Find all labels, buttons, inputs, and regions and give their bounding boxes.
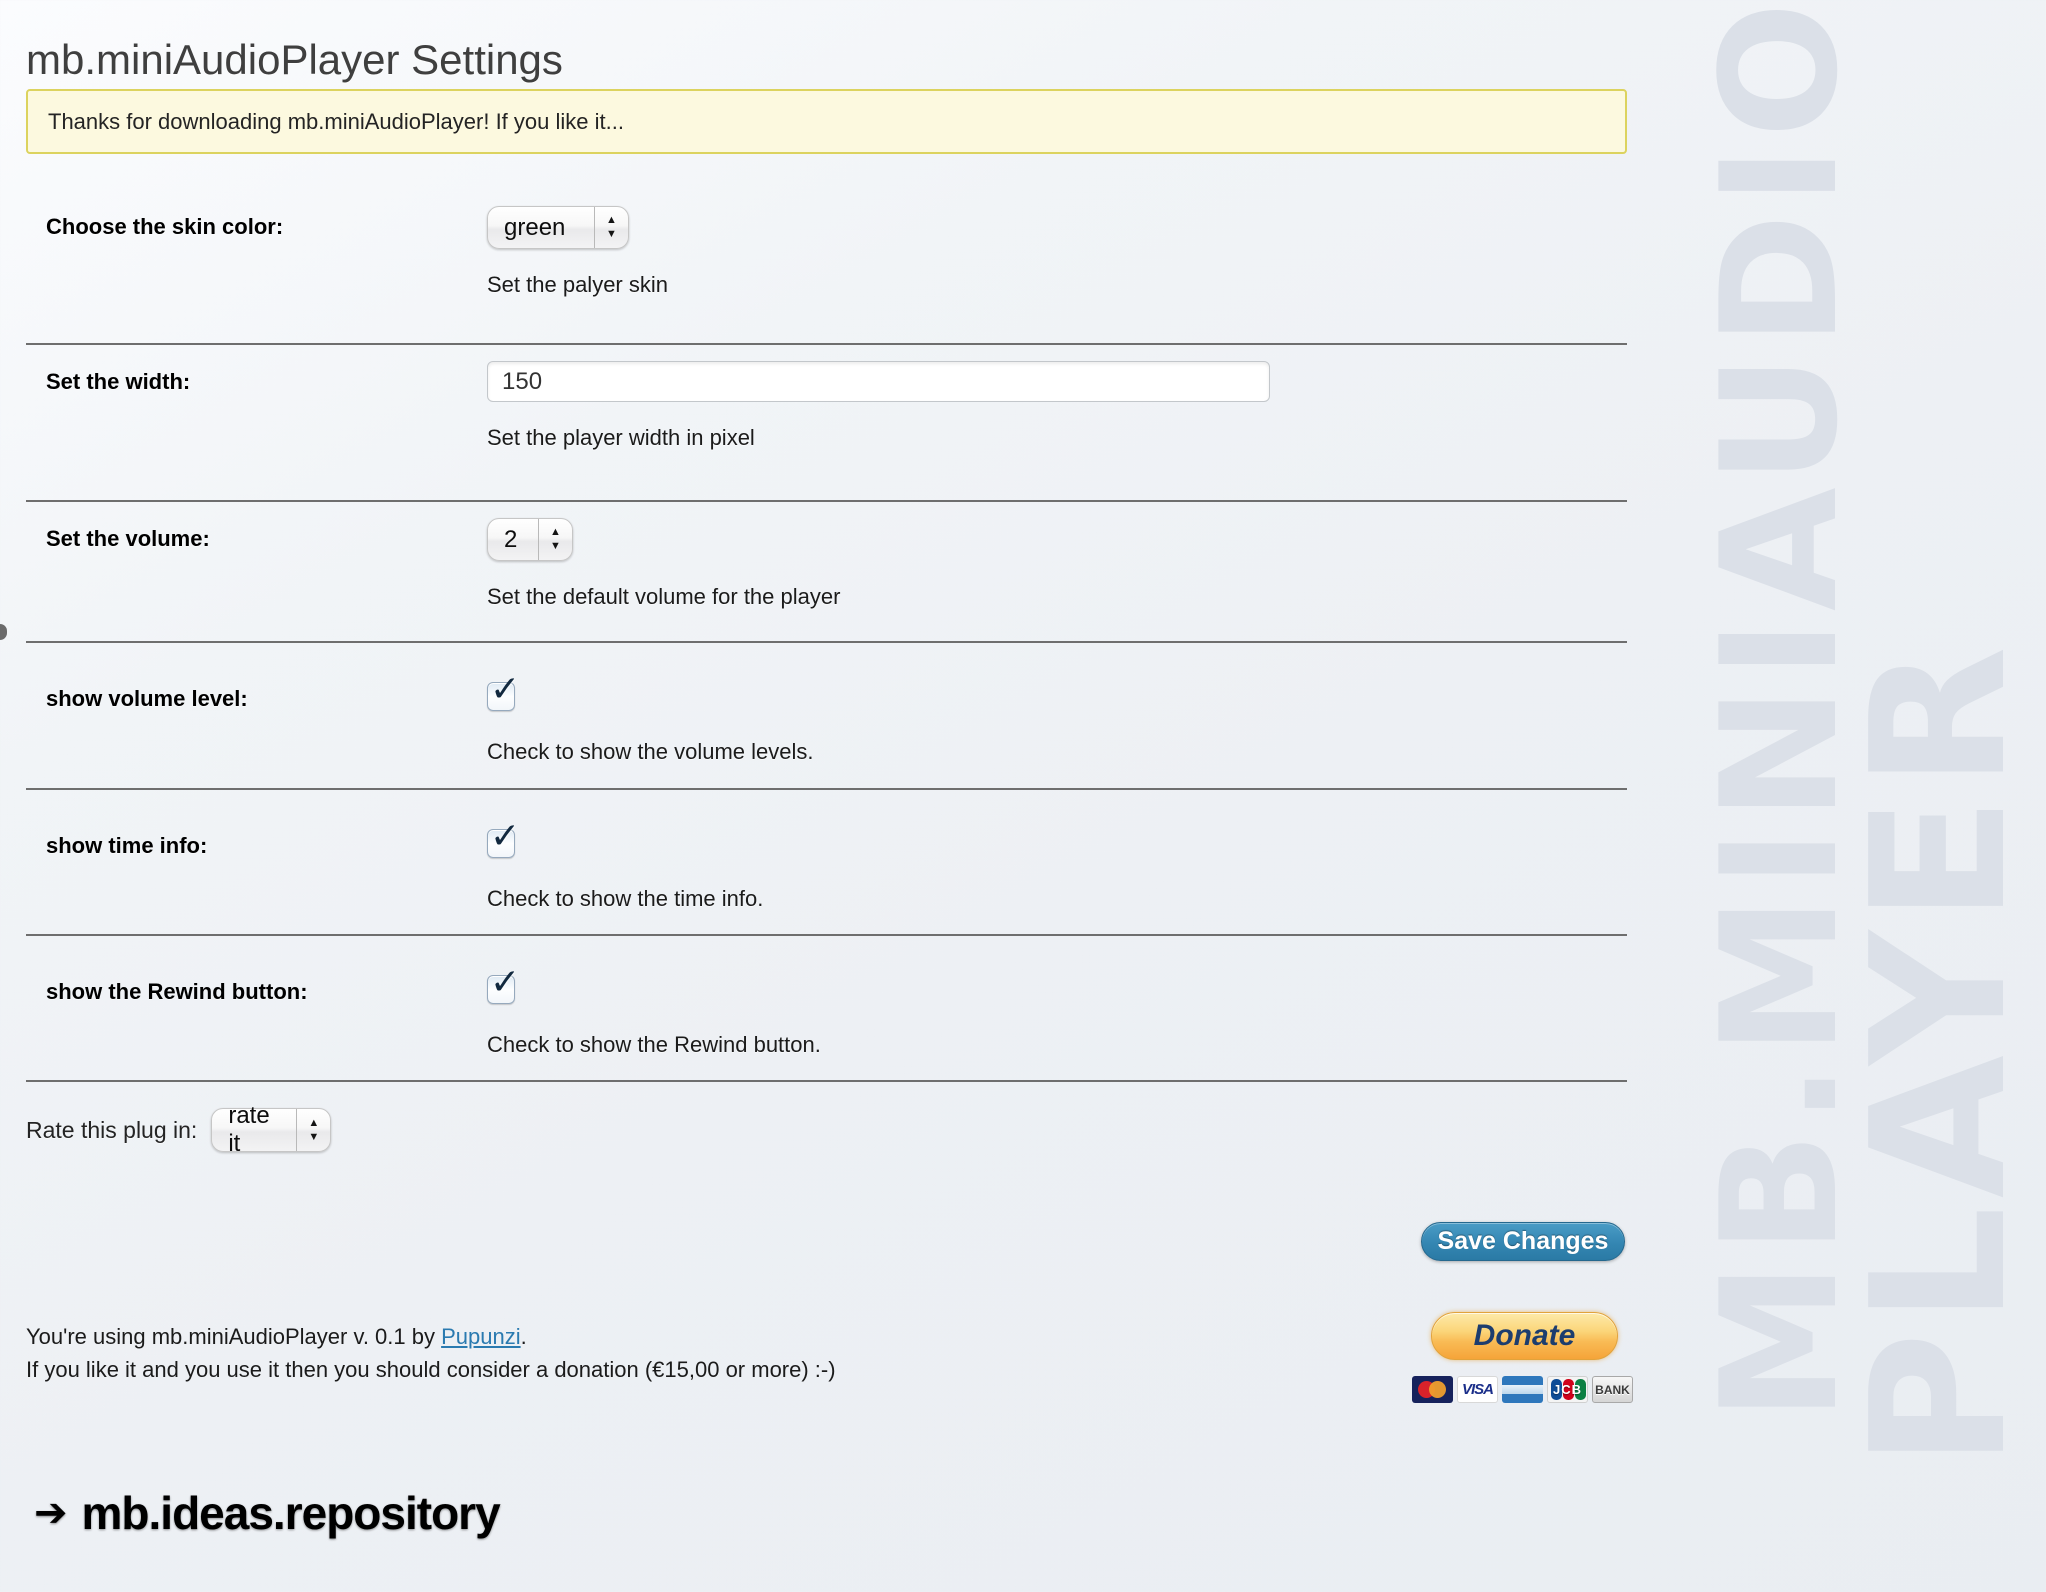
footer-credit: You're using mb.miniAudioPlayer v. 0.1 b… [26, 1320, 836, 1386]
arrow-up-icon: ▲ [308, 1118, 319, 1129]
rate-plugin-row: Rate this plug in: rate it ▲ ▼ [26, 1108, 331, 1152]
footer-line2: If you like it and you use it then you s… [26, 1353, 836, 1386]
show-rewind-checkbox[interactable]: ✓ [487, 975, 515, 1004]
logo-text: mb.ideas.repository [82, 1486, 500, 1540]
show-time-info-checkbox[interactable]: ✓ [487, 829, 515, 858]
visa-icon: VISA [1457, 1376, 1498, 1403]
checkmark-icon: ✓ [490, 961, 520, 1003]
bank-icon: BANK [1592, 1376, 1633, 1403]
field-label: Set the volume: [46, 502, 487, 641]
field-label: Set the width: [46, 345, 487, 500]
field-label: show the Rewind button: [46, 936, 487, 1080]
checkmark-icon: ✓ [490, 815, 520, 857]
checkmark-icon: ✓ [490, 668, 520, 710]
amex-icon [1502, 1376, 1543, 1403]
arrow-up-icon: ▲ [606, 215, 617, 226]
show-volume-level-checkbox[interactable]: ✓ [487, 682, 515, 711]
field-label: show time info: [46, 790, 487, 934]
bank-label: BANK [1595, 1383, 1630, 1397]
arrow-up-icon: ▲ [550, 527, 561, 538]
select-arrows-icon: ▲ ▼ [594, 207, 628, 248]
volume-select[interactable]: 2 ▲ ▼ [487, 518, 573, 561]
rate-select[interactable]: rate it ▲ ▼ [211, 1108, 331, 1152]
notice-text: Thanks for downloading mb.miniAudioPlaye… [48, 109, 624, 135]
row-volume: Set the volume: 2 ▲ ▼ Set the default vo… [26, 502, 1627, 643]
field-label: show volume level: [46, 643, 487, 788]
field-description: Set the player width in pixel [487, 425, 1627, 451]
watermark-text-line2: PLAYER [1847, 638, 2032, 1468]
jcb-icon: JCB [1547, 1376, 1588, 1403]
field-description: Check to show the Rewind button. [487, 1032, 1627, 1058]
rate-label: Rate this plug in: [26, 1117, 197, 1144]
select-value: green [488, 207, 594, 248]
settings-form: Choose the skin color: green ▲ ▼ Set the… [26, 190, 1627, 1082]
select-arrows-icon: ▲ ▼ [538, 519, 572, 560]
arrow-down-icon: ▼ [308, 1132, 319, 1143]
footer-line1-text: You're using mb.miniAudioPlayer v. 0.1 b… [26, 1324, 441, 1349]
mb-ideas-repository-logo[interactable]: ➔ mb.ideas.repository [34, 1486, 500, 1540]
save-changes-button[interactable]: Save Changes [1421, 1222, 1625, 1261]
page-title: mb.miniAudioPlayer Settings [26, 36, 563, 84]
row-show-volume-level: show volume level: ✓ Check to show the v… [26, 643, 1627, 790]
field-description: Check to show the time info. [487, 886, 1627, 912]
donate-button[interactable]: Donate [1431, 1312, 1618, 1360]
skin-color-select[interactable]: green ▲ ▼ [487, 206, 629, 249]
footer-line1: You're using mb.miniAudioPlayer v. 0.1 b… [26, 1320, 836, 1353]
arrow-down-icon: ▼ [550, 541, 561, 552]
jcb-label: JCB [1553, 1382, 1582, 1397]
notice-banner: Thanks for downloading mb.miniAudioPlaye… [26, 89, 1627, 154]
footer-line1-period: . [521, 1324, 527, 1349]
row-show-time-info: show time info: ✓ Check to show the time… [26, 790, 1627, 936]
select-value: 2 [488, 519, 538, 560]
row-show-rewind-button: show the Rewind button: ✓ Check to show … [26, 936, 1627, 1082]
mastercard-icon [1412, 1376, 1453, 1403]
row-skin-color: Choose the skin color: green ▲ ▼ Set the… [26, 190, 1627, 345]
arrow-icon: ➔ [34, 1493, 68, 1533]
width-input[interactable] [487, 361, 1270, 402]
field-description: Set the palyer skin [487, 272, 1627, 298]
arrow-down-icon: ▼ [606, 229, 617, 240]
payment-card-icons: VISA JCB BANK [1412, 1376, 1633, 1403]
row-width: Set the width: Set the player width in p… [26, 345, 1627, 502]
visa-label: VISA [1462, 1381, 1493, 1398]
select-arrows-icon: ▲ ▼ [296, 1109, 330, 1151]
left-edge-blob [0, 624, 7, 640]
pupunzi-link[interactable]: Pupunzi [441, 1324, 521, 1349]
select-value: rate it [212, 1109, 296, 1151]
field-description: Set the default volume for the player [487, 584, 1627, 610]
field-description: Check to show the volume levels. [487, 739, 1627, 765]
field-label: Choose the skin color: [46, 190, 487, 343]
